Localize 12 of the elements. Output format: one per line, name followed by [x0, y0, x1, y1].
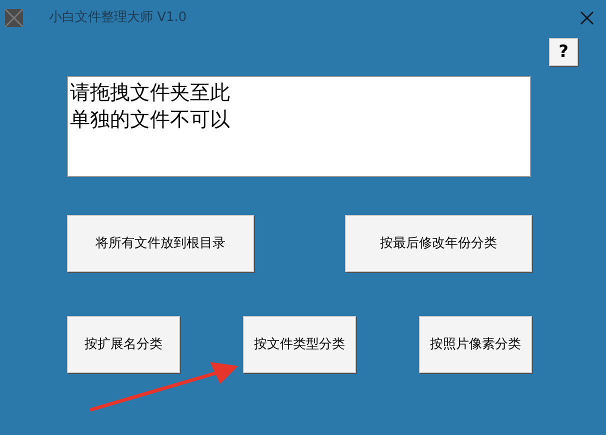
drop-hint: 请拖拽文件夹至此: [70, 79, 230, 106]
drop-area[interactable]: 请拖拽文件夹至此 单独的文件不可以: [67, 76, 531, 177]
help-button[interactable]: ?: [549, 38, 578, 66]
action-button[interactable]: 按扩展名分类: [67, 316, 180, 373]
drop-hint: 单独的文件不可以: [70, 106, 230, 133]
action-button[interactable]: 按最后修改年份分类: [345, 215, 532, 272]
action-button[interactable]: 将所有文件放到根目录: [67, 215, 254, 272]
window-title: 小白文件整理大师 V1.0: [49, 9, 187, 28]
action-button[interactable]: 按文件类型分类: [243, 316, 356, 373]
action-button[interactable]: 按照片像素分类: [419, 316, 532, 373]
app-icon: [5, 9, 23, 27]
close-icon[interactable]: [580, 11, 594, 25]
